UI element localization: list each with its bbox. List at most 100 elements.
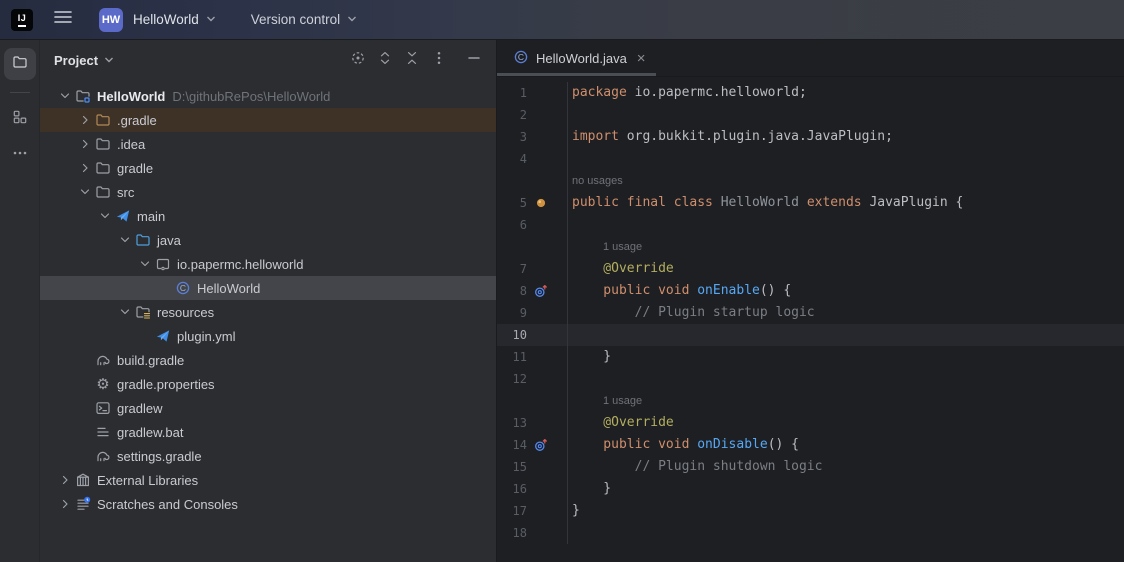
tree-row-label: gradle.properties <box>117 377 215 392</box>
tree-row--gradle[interactable]: .gradle <box>40 108 496 132</box>
code-line-1[interactable]: 1package io.papermc.helloworld; <box>497 82 1124 104</box>
code-line-11[interactable]: 11 } <box>497 346 1124 368</box>
code-line-6[interactable]: 6 <box>497 214 1124 236</box>
inlay-hint[interactable]: no usages <box>572 175 623 187</box>
project-widget[interactable]: HelloWorld <box>133 12 217 27</box>
inlay-hint[interactable]: 1 usage <box>572 395 642 407</box>
override-gutter-icon[interactable] <box>527 434 567 456</box>
close-icon[interactable]: × <box>637 51 646 66</box>
tool-stripe-structure-squares-button[interactable] <box>4 103 36 135</box>
code-line-14[interactable]: 14 public void onDisable() { <box>497 434 1124 456</box>
tree-row--idea[interactable]: .idea <box>40 132 496 156</box>
chevron-right-icon[interactable] <box>76 159 94 177</box>
tool-stripe-more-dots-button[interactable] <box>4 139 36 171</box>
tree-row-gradle[interactable]: gradle <box>40 156 496 180</box>
code-editor[interactable]: 1package io.papermc.helloworld;23import … <box>497 77 1124 562</box>
override-gutter-icon[interactable] <box>527 280 567 302</box>
code-line-7[interactable]: 7 @Override <box>497 258 1124 280</box>
inlay-hint-row[interactable]: no usages <box>497 170 1124 192</box>
folder-src-icon <box>134 231 152 249</box>
gutter <box>527 346 567 368</box>
tree-row-label: .idea <box>117 137 145 152</box>
code-line-15[interactable]: 15 // Plugin shutdown logic <box>497 456 1124 478</box>
tree-row-gradlew-bat[interactable]: gradlew.bat <box>40 420 496 444</box>
tree-row-src[interactable]: src <box>40 180 496 204</box>
chevron-down-icon[interactable] <box>116 231 134 249</box>
class-icon: C <box>174 279 192 297</box>
class-icon: C <box>513 49 529 68</box>
code-line-13[interactable]: 13 @Override <box>497 412 1124 434</box>
code-line-17[interactable]: 17} <box>497 500 1124 522</box>
tree-row-main[interactable]: main <box>40 204 496 228</box>
chevron-down-icon[interactable] <box>76 183 94 201</box>
project-tree: HelloWorldD:\githubRePos\HelloWorld .grad… <box>40 80 496 516</box>
svg-text:C: C <box>518 52 524 62</box>
plugin-gutter-icon[interactable] <box>527 192 567 214</box>
project-panel-title[interactable]: Project <box>54 53 115 68</box>
tree-row-helloworld[interactable]: CHelloWorld <box>40 276 496 300</box>
tree-row-resources[interactable]: resources <box>40 300 496 324</box>
code-line-5[interactable]: 5public final class HelloWorld extends J… <box>497 192 1124 214</box>
line-number <box>497 170 527 192</box>
gradle-icon <box>94 351 112 369</box>
tree-row-build-gradle[interactable]: build.gradle <box>40 348 496 372</box>
inlay-hint[interactable]: 1 usage <box>572 241 642 253</box>
vcs-widget[interactable]: Version control <box>251 12 358 27</box>
chevron-right-icon[interactable] <box>76 111 94 129</box>
folder-res-icon <box>134 303 152 321</box>
code-line-10[interactable]: 10 <box>497 324 1124 346</box>
chevron-right-icon[interactable] <box>76 135 94 153</box>
more-options-button[interactable] <box>427 48 451 72</box>
inlay-hint-row[interactable]: 1 usage <box>497 390 1124 412</box>
vcs-widget-label: Version control <box>251 12 340 27</box>
code-text <box>567 104 1124 126</box>
inlay-hint-row[interactable]: 1 usage <box>497 236 1124 258</box>
tool-stripe-project-folder-button[interactable] <box>4 48 36 80</box>
tree-row-label: .gradle <box>117 113 157 128</box>
tree-row-gradlew[interactable]: gradlew <box>40 396 496 420</box>
tree-indent-spacer <box>76 423 94 441</box>
code-text: public final class HelloWorld extends Ja… <box>567 192 1124 214</box>
tree-row-external-libraries[interactable]: External Libraries <box>40 468 496 492</box>
expand-all-button[interactable] <box>373 48 397 72</box>
tree-row-io-papermc-helloworld[interactable]: io.papermc.helloworld <box>40 252 496 276</box>
tree-row-settings-gradle[interactable]: settings.gradle <box>40 444 496 468</box>
hide-panel-button[interactable] <box>462 48 486 72</box>
line-number <box>497 236 527 258</box>
hamburger-icon <box>53 8 73 31</box>
main-menu-button[interactable] <box>49 6 77 34</box>
tree-row-helloworld[interactable]: HelloWorldD:\githubRePos\HelloWorld <box>40 84 496 108</box>
code-line-8[interactable]: 8 public void onEnable() { <box>497 280 1124 302</box>
tree-row-scratches-and-consoles[interactable]: Scratches and Consoles <box>40 492 496 516</box>
chevron-down-icon[interactable] <box>116 303 134 321</box>
tree-row-gradle-properties[interactable]: ⚙gradle.properties <box>40 372 496 396</box>
chevron-right-icon[interactable] <box>56 471 74 489</box>
tab-helloworld-java[interactable]: C HelloWorld.java × <box>497 40 656 76</box>
code-line-9[interactable]: 9 // Plugin startup logic <box>497 302 1124 324</box>
project-icon <box>74 87 92 105</box>
editor-tab-bar: C HelloWorld.java × <box>497 40 1124 77</box>
locate-file-button[interactable] <box>346 48 370 72</box>
line-number: 18 <box>497 522 527 544</box>
line-number: 2 <box>497 104 527 126</box>
chevron-down-icon[interactable] <box>56 87 74 105</box>
code-text: public void onEnable() { <box>567 280 1124 302</box>
code-line-2[interactable]: 2 <box>497 104 1124 126</box>
chevron-down-icon[interactable] <box>136 255 154 273</box>
code-line-12[interactable]: 12 <box>497 368 1124 390</box>
gutter <box>527 522 567 544</box>
code-text: public void onDisable() { <box>567 434 1124 456</box>
collapse-all-button[interactable] <box>400 48 424 72</box>
code-text: 1 usage <box>567 236 1124 258</box>
tree-row-plugin-yml[interactable]: plugin.yml <box>40 324 496 348</box>
tree-row-label: HelloWorld <box>97 89 165 104</box>
code-line-4[interactable]: 4 <box>497 148 1124 170</box>
code-line-16[interactable]: 16 } <box>497 478 1124 500</box>
package-icon <box>154 255 172 273</box>
collapse-all-icon <box>404 50 420 71</box>
code-line-3[interactable]: 3import org.bukkit.plugin.java.JavaPlugi… <box>497 126 1124 148</box>
code-line-18[interactable]: 18 <box>497 522 1124 544</box>
chevron-right-icon[interactable] <box>56 495 74 513</box>
tree-row-java[interactable]: java <box>40 228 496 252</box>
chevron-down-icon[interactable] <box>96 207 114 225</box>
